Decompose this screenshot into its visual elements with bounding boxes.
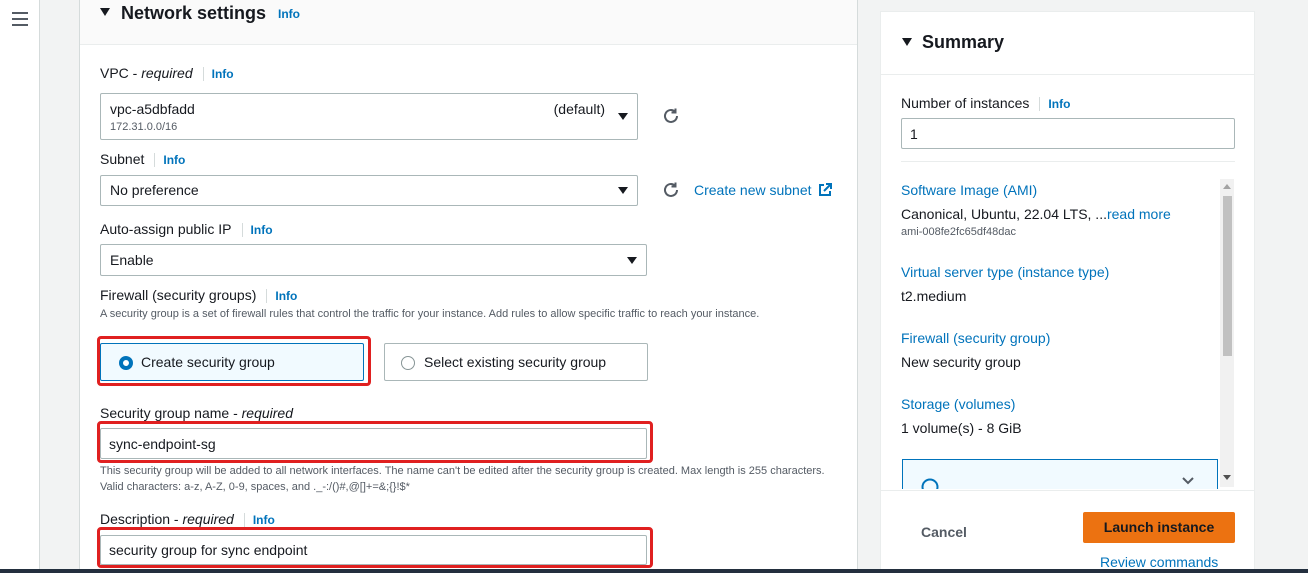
public-ip-label: Auto-assign public IP Info [100, 221, 273, 238]
create-new-subnet-link[interactable]: Create new subnet [694, 182, 832, 198]
storage-title-link[interactable]: Storage (volumes) [901, 396, 1015, 412]
firewall-value: New security group [901, 354, 1021, 370]
network-settings-title: Network settings [121, 3, 267, 23]
vpc-label-text: VPC - [100, 65, 142, 81]
create-security-group-label: Create security group [141, 354, 275, 370]
chevron-down-icon [618, 113, 628, 120]
vpc-default-tag: (default) [553, 101, 605, 117]
radio-unselected[interactable] [401, 356, 415, 370]
scroll-down-arrow-icon[interactable] [1223, 475, 1231, 480]
subnet-label: Subnet Info [100, 151, 185, 168]
collapse-caret-icon[interactable] [100, 8, 110, 16]
public-ip-value: Enable [110, 252, 154, 268]
ami-id: ami-008fe2fc65df48dac [901, 226, 1016, 238]
ami-title-link[interactable]: Software Image (AMI) [901, 182, 1037, 198]
network-settings-info-link[interactable]: Info [278, 7, 300, 21]
instances-input[interactable] [901, 118, 1235, 149]
chevron-down-icon[interactable] [1181, 476, 1195, 486]
summary-header[interactable]: Summary [881, 12, 1254, 75]
subnet-select[interactable]: No preference [100, 175, 638, 206]
network-settings-panel: Network settings Info VPC - required Info… [79, 0, 858, 573]
public-ip-info-link[interactable]: Info [251, 223, 273, 237]
select-existing-security-group-option[interactable]: Select existing security group [384, 343, 648, 381]
instances-label: Number of instances Info [901, 95, 1070, 112]
vpc-info-link[interactable]: Info [212, 67, 234, 81]
description-label-text: Description - [100, 511, 183, 527]
chevron-down-icon [618, 187, 628, 194]
vpc-value: vpc-a5dbfadd [110, 101, 195, 117]
vpc-select[interactable]: vpc-a5dbfadd (default) 172.31.0.0/16 [100, 93, 638, 140]
public-ip-label-text: Auto-assign public IP [100, 221, 232, 237]
vpc-required: required [141, 65, 193, 81]
instances-info-link[interactable]: Info [1048, 97, 1070, 111]
ami-value-text: Canonical, Ubuntu, 22.04 LTS, ... [901, 206, 1107, 222]
summary-footer: Cancel Launch instance Review commands [881, 490, 1254, 573]
firewall-label: Firewall (security groups) Info [100, 287, 297, 304]
public-ip-select[interactable]: Enable [100, 244, 647, 276]
menu-icon[interactable] [12, 12, 28, 26]
firewall-title-link[interactable]: Firewall (security group) [901, 330, 1050, 346]
instance-type-title-link[interactable]: Virtual server type (instance type) [901, 264, 1109, 280]
storage-value: 1 volume(s) - 8 GiB [901, 420, 1022, 436]
description-info-link[interactable]: Info [253, 513, 275, 527]
page-gutter [41, 0, 79, 573]
sg-name-help-text: This security group will be added to all… [100, 465, 825, 493]
bottom-bar [0, 569, 1308, 573]
subnet-label-text: Subnet [100, 151, 145, 167]
vpc-cidr: 172.31.0.0/16 [110, 121, 178, 133]
firewall-info-link[interactable]: Info [275, 289, 297, 303]
description-input[interactable] [100, 535, 647, 565]
summary-scrollbar-thumb[interactable] [1223, 196, 1232, 356]
sg-name-required: required [241, 405, 293, 421]
create-security-group-option[interactable]: Create security group [100, 343, 364, 381]
sg-name-input[interactable] [100, 428, 647, 459]
review-commands-link[interactable]: Review commands [1100, 554, 1218, 570]
subnet-value: No preference [110, 182, 199, 198]
subnet-info-link[interactable]: Info [163, 153, 185, 167]
info-alert-box [902, 459, 1218, 489]
sg-name-label-text: Security group name - [100, 405, 242, 421]
instances-label-text: Number of instances [901, 95, 1030, 111]
firewall-label-text: Firewall (security groups) [100, 287, 257, 303]
scroll-up-arrow-icon[interactable] [1223, 184, 1231, 189]
divider [901, 161, 1235, 162]
external-link-icon [818, 183, 832, 196]
create-new-subnet-text: Create new subnet [694, 182, 812, 198]
collapse-caret-icon[interactable] [902, 38, 912, 46]
ami-read-more-link[interactable]: read more [1107, 206, 1171, 222]
summary-panel: Summary Number of instances Info Software… [880, 11, 1255, 573]
vpc-label: VPC - required Info [100, 65, 234, 82]
ami-value: Canonical, Ubuntu, 22.04 LTS, ...read mo… [901, 206, 1171, 222]
summary-title: Summary [922, 32, 1005, 52]
cancel-button[interactable]: Cancel [909, 517, 979, 547]
instance-type-value: t2.medium [901, 288, 967, 304]
chevron-down-icon [627, 257, 637, 264]
radio-selected[interactable] [119, 356, 133, 370]
info-circle-icon [921, 478, 939, 489]
firewall-help-text: A security group is a set of firewall ru… [100, 308, 760, 320]
description-required: required [182, 511, 234, 527]
network-settings-header[interactable]: Network settings Info [80, 0, 857, 45]
refresh-vpc-icon[interactable] [662, 107, 680, 125]
description-label: Description - required Info [100, 511, 275, 528]
side-nav-rail [0, 0, 40, 573]
select-existing-security-group-label: Select existing security group [424, 354, 607, 370]
launch-instance-button[interactable]: Launch instance [1083, 512, 1235, 543]
sg-name-label: Security group name - required [100, 405, 293, 421]
refresh-subnet-icon[interactable] [662, 181, 680, 199]
